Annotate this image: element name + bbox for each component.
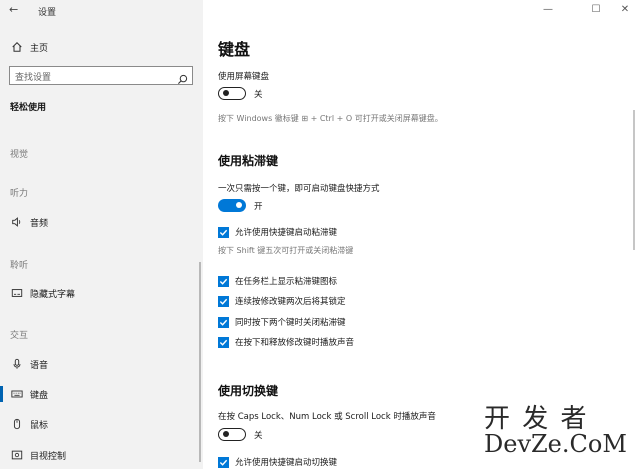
checkbox-label: 在任务栏上显示粘滞键图标 <box>235 277 338 287</box>
sticky-keys-toggle[interactable] <box>218 199 246 212</box>
section-interaction: 交互 <box>10 331 29 341</box>
search-placeholder: 查找设置 <box>15 73 52 83</box>
sidebar-item-eye-control[interactable]: 目视控制 <box>10 448 66 462</box>
captions-icon <box>10 286 24 300</box>
sticky-keys-state: 开 <box>254 202 263 212</box>
onscreen-keyboard-state: 关 <box>254 90 263 100</box>
category-title: 轻松使用 <box>10 103 47 113</box>
onscreen-keyboard-hint: 按下 Windows 徽标键 ⊞ + Ctrl + O 可打开或关闭屏幕键盘。 <box>218 114 443 123</box>
page-title: 键盘 <box>218 40 251 59</box>
back-arrow-icon[interactable]: ← <box>9 4 23 16</box>
watermark-bottom: DevZe.CoM <box>484 430 627 458</box>
checkbox-checked-icon <box>218 275 229 287</box>
checkbox-checked-icon <box>218 316 229 328</box>
checkbox-label: 在按下和释放修改键时播放声音 <box>235 338 355 348</box>
sidebar: ← 设置 主页 查找设置 轻松使用 视觉 听力 音频 聆听 隐藏式字幕 交互 语… <box>0 0 203 469</box>
window-title: 设置 <box>38 8 57 18</box>
sticky-shortcut-checkbox[interactable]: 允许使用快捷键启动粘滞键 <box>218 226 337 238</box>
sticky-keys-heading: 使用粘滞键 <box>218 154 279 168</box>
checkbox-label: 连续按修改键两次后将其锁定 <box>235 297 346 307</box>
main-scrollbar[interactable] <box>633 110 635 250</box>
minimize-button[interactable]: — <box>535 2 561 18</box>
speaker-icon <box>10 215 24 229</box>
section-vision: 视觉 <box>10 150 29 160</box>
eye-control-icon <box>10 448 24 462</box>
selection-indicator <box>0 386 3 402</box>
onscreen-keyboard-label: 使用屏幕键盘 <box>218 72 270 82</box>
checkbox-checked-icon <box>218 336 229 348</box>
sidebar-item-captions[interactable]: 隐藏式字幕 <box>10 286 75 300</box>
toggle-knob <box>223 90 229 96</box>
toggle-shortcut-checkbox[interactable]: 允许使用快捷键启动切换键 <box>218 456 337 468</box>
maximize-button[interactable]: ☐ <box>583 2 609 18</box>
keyboard-icon <box>10 387 24 401</box>
checkbox-checked-icon <box>218 295 229 307</box>
sidebar-item-audio[interactable]: 音频 <box>10 215 48 229</box>
sidebar-item-label: 键盘 <box>30 390 49 401</box>
checkbox-checked-icon <box>218 226 229 238</box>
checkbox-label: 允许使用快捷键启动粘滞键 <box>235 228 338 238</box>
sidebar-item-label: 隐藏式字幕 <box>30 289 76 300</box>
sidebar-item-speech[interactable]: 语音 <box>10 357 48 371</box>
toggle-knob <box>236 202 242 208</box>
section-hearing: 听力 <box>10 189 29 199</box>
sticky-option-checkbox[interactable]: 同时按下两个键时关闭粘滞键 <box>218 316 346 328</box>
sidebar-item-label: 语音 <box>30 360 49 371</box>
sidebar-scrollbar[interactable] <box>199 262 201 462</box>
nav-home[interactable]: 主页 <box>10 40 48 54</box>
toggle-keys-toggle[interactable] <box>218 428 246 441</box>
checkbox-checked-icon <box>218 456 229 468</box>
onscreen-keyboard-toggle[interactable] <box>218 87 246 100</box>
toggle-keys-state: 关 <box>254 431 263 441</box>
sticky-option-checkbox[interactable]: 在按下和释放修改键时播放声音 <box>218 336 354 348</box>
search-input[interactable]: 查找设置 <box>9 66 193 85</box>
close-button[interactable]: ✕ <box>612 2 638 18</box>
checkbox-label: 允许使用快捷键启动切换键 <box>235 458 338 468</box>
mouse-icon <box>10 417 24 431</box>
checkbox-label: 同时按下两个键时关闭粘滞键 <box>235 318 346 328</box>
nav-home-label: 主页 <box>30 43 49 54</box>
section-listening: 聆听 <box>10 261 29 271</box>
sidebar-item-label: 目视控制 <box>30 451 67 462</box>
microphone-icon <box>10 357 24 371</box>
sidebar-item-keyboard[interactable]: 键盘 <box>10 387 48 401</box>
search-icon <box>177 70 188 85</box>
sticky-option-checkbox[interactable]: 在任务栏上显示粘滞键图标 <box>218 275 337 287</box>
sticky-keys-description: 一次只需按一个键，即可启动键盘快捷方式 <box>218 184 380 194</box>
sticky-option-checkbox[interactable]: 连续按修改键两次后将其锁定 <box>218 295 346 307</box>
home-icon <box>10 40 24 54</box>
toggle-knob <box>223 431 229 437</box>
sidebar-item-mouse[interactable]: 鼠标 <box>10 417 48 431</box>
sticky-shortcut-hint: 按下 Shift 键五次可打开或关闭粘滞键 <box>218 246 354 255</box>
sidebar-item-label: 音频 <box>30 218 49 229</box>
toggle-keys-heading: 使用切换键 <box>218 384 279 398</box>
toggle-keys-description: 在按 Caps Lock、Num Lock 或 Scroll Lock 时播放声… <box>218 412 436 422</box>
sidebar-item-label: 鼠标 <box>30 420 49 431</box>
